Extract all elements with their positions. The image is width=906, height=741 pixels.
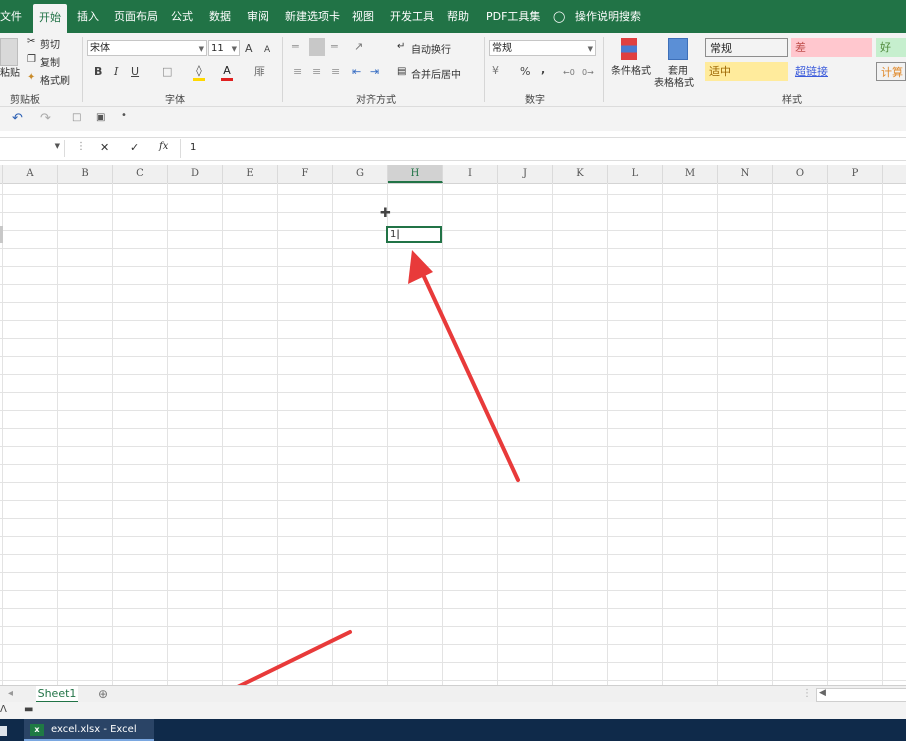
sheet-tab-bar: ◂ Sheet1 ⊕ ⋮ ◀ xyxy=(0,685,906,703)
add-sheet-icon[interactable]: ⊕ xyxy=(98,687,108,701)
scroll-left-icon[interactable]: ◂ xyxy=(8,688,13,699)
horizontal-scrollbar[interactable]: ◀ xyxy=(816,688,906,702)
more-options-icon: ⋮ xyxy=(802,688,812,699)
input-method-icon: Λ xyxy=(0,704,7,715)
status-bar: Λ ▬ xyxy=(0,702,906,719)
taskbar: x excel.xlsx - Excel xyxy=(0,719,906,741)
windows-start-icon[interactable] xyxy=(0,726,7,736)
annotation-overlay xyxy=(150,250,520,730)
keyboard-icon: ▬ xyxy=(24,704,34,715)
sheet-tab-sheet1[interactable]: Sheet1 xyxy=(36,686,78,703)
scroll-left-icon[interactable]: ◀ xyxy=(819,688,826,698)
arrow-line xyxy=(418,266,520,482)
taskbar-excel-button[interactable]: x excel.xlsx - Excel xyxy=(24,719,154,741)
arrow-head xyxy=(408,250,433,284)
taskbar-excel-label: excel.xlsx - Excel xyxy=(51,724,137,735)
excel-app-icon: x xyxy=(30,724,44,736)
